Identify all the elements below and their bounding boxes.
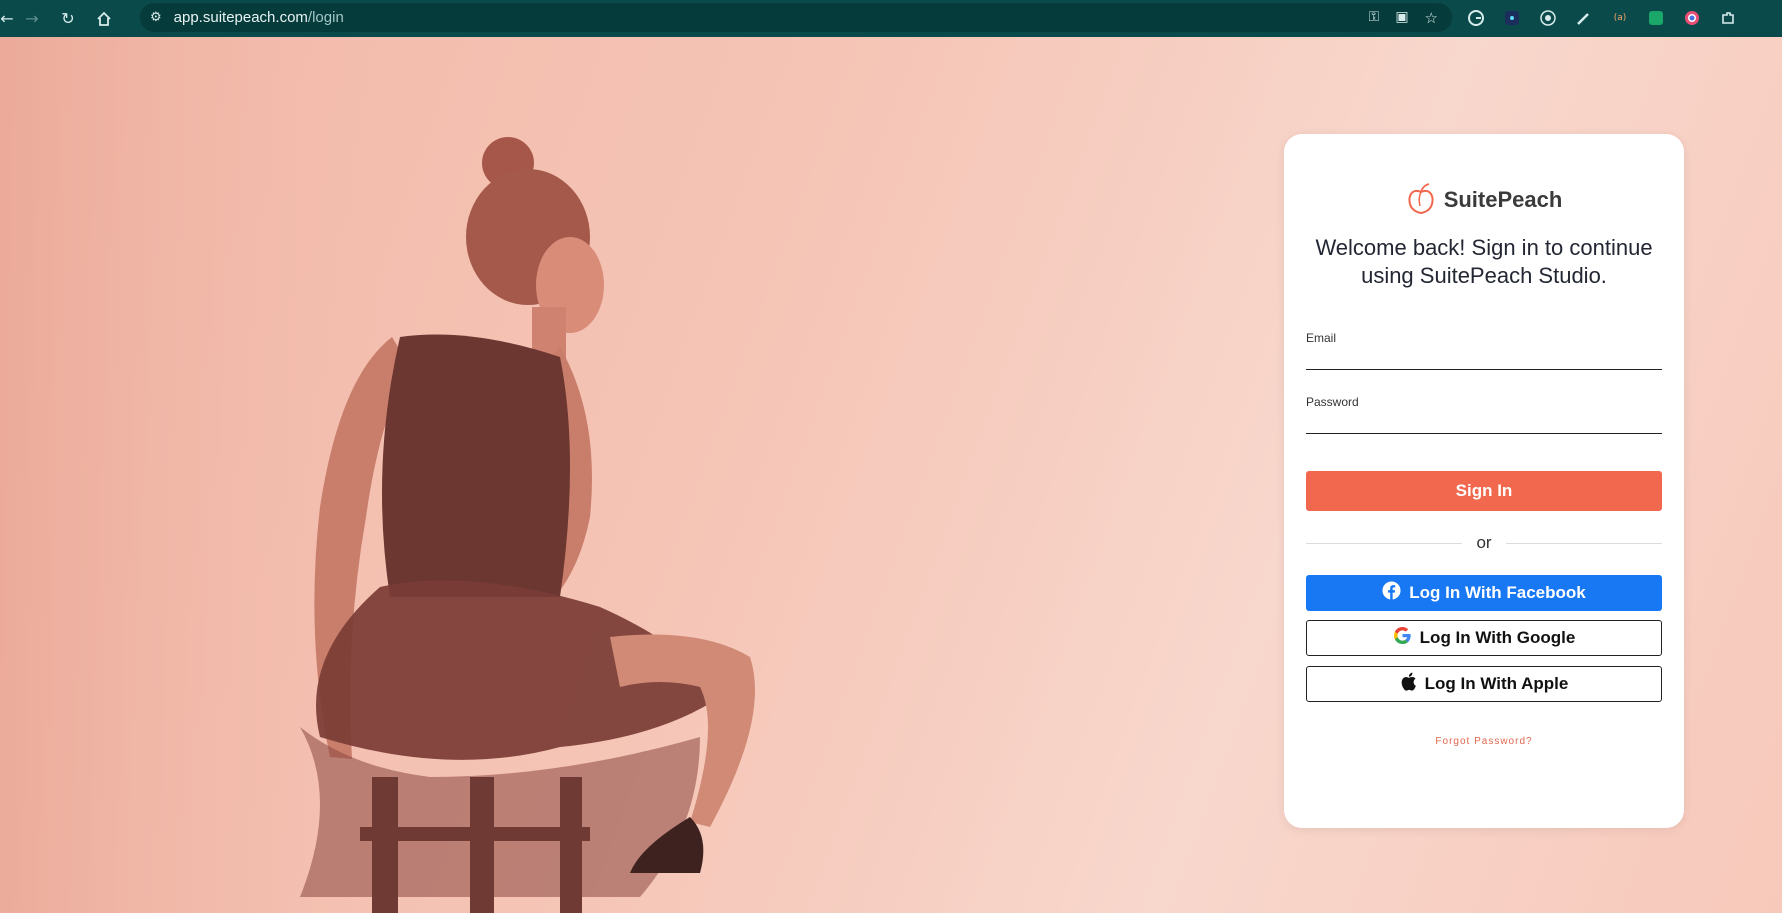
peach-logo-icon [1406, 182, 1436, 218]
sign-in-button[interactable]: Sign In [1306, 471, 1662, 511]
reload-icon[interactable]: ↻ [50, 5, 86, 33]
extension-ai-icon[interactable]: (a) [1608, 6, 1632, 30]
extension-circle-icon[interactable] [1536, 6, 1560, 30]
extension-green-icon[interactable] [1644, 6, 1668, 30]
color-picker-icon[interactable] [1572, 6, 1596, 30]
browser-toolbar: ← → ↻ ⚙ app.suitepeach.com/login ⚿ ▣ ☆ (… [0, 0, 1782, 37]
home-icon[interactable] [86, 5, 122, 33]
google-login-label: Log In With Google [1419, 628, 1576, 647]
url-text: app.suitepeach.com/login [174, 9, 344, 26]
apple-icon [1400, 672, 1417, 696]
extensions-puzzle-icon[interactable] [1716, 6, 1740, 30]
react-devtools-icon[interactable] [1500, 6, 1524, 30]
url-path: /login [307, 9, 344, 26]
email-field[interactable] [1306, 344, 1662, 370]
address-bar[interactable]: ⚙ app.suitepeach.com/login ⚿ ▣ ☆ [140, 3, 1452, 32]
grammarly-icon[interactable] [1464, 6, 1488, 30]
google-icon [1393, 626, 1412, 650]
site-info-icon[interactable]: ⚙ [150, 10, 162, 25]
divider-text: or [1476, 533, 1492, 552]
forgot-password-link[interactable]: Forgot Password? [1284, 736, 1684, 747]
back-icon[interactable]: ← [0, 5, 14, 33]
extensions-bar: (a) [1464, 4, 1740, 32]
login-card: SuitePeach Welcome back! Sign in to cont… [1284, 134, 1684, 828]
apple-login-label: Log In With Apple [1424, 674, 1569, 693]
bookmark-star-icon[interactable]: ☆ [1425, 9, 1438, 27]
brand-logo: SuitePeach [1284, 182, 1684, 218]
divider-line-right [1505, 542, 1662, 544]
password-field[interactable] [1306, 408, 1662, 434]
facebook-icon [1382, 581, 1401, 605]
facebook-login-label: Log In With Facebook [1409, 583, 1586, 602]
divider-line-left [1306, 542, 1463, 544]
extension-chrome-icon[interactable] [1680, 6, 1704, 30]
dancer-figure-image [0, 37, 755, 913]
google-login-button[interactable]: Log In With Google [1306, 620, 1662, 656]
email-label: Email [1306, 331, 1337, 345]
or-divider: or [1306, 531, 1662, 555]
apple-login-button[interactable]: Log In With Apple [1306, 666, 1662, 702]
forward-icon[interactable]: → [14, 5, 50, 33]
url-host: app.suitepeach.com [173, 9, 308, 26]
brand-name: SuitePeach [1443, 187, 1563, 212]
password-label: Password [1306, 395, 1359, 409]
welcome-heading: Welcome back! Sign in to continue using … [1315, 235, 1653, 288]
facebook-login-button[interactable]: Log In With Facebook [1306, 575, 1662, 611]
install-app-icon[interactable]: ▣ [1395, 9, 1408, 27]
password-key-icon[interactable]: ⚿ [1369, 9, 1380, 27]
